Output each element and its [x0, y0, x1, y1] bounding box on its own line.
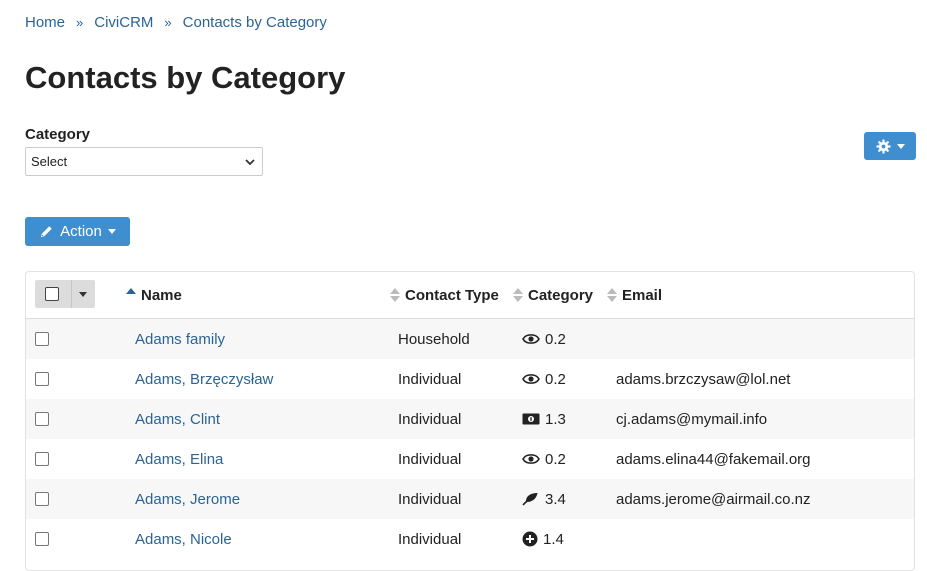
chevron-down-icon [245, 159, 255, 166]
contact-type: Individual [398, 410, 462, 428]
contact-name-link[interactable]: Adams, Clint [135, 411, 220, 428]
column-header-contact-type-label: Contact Type [405, 286, 499, 304]
breadcrumb-contacts-by-category[interactable]: Contacts by Category [183, 14, 327, 31]
breadcrumb: Home » CiviCRM » Contacts by Category [25, 14, 327, 31]
column-header-category-label: Category [528, 286, 594, 304]
table-row: Adams, Clint Individual 1.3 cj.adams@mym… [26, 399, 914, 439]
eye-icon [522, 452, 540, 466]
category-select-value: Select [31, 154, 68, 169]
divider [71, 280, 72, 308]
contact-email: cj.adams@mymail.info [616, 410, 768, 428]
table-row: Adams family Household 0.2 [26, 319, 914, 359]
row-checkbox[interactable] [35, 452, 49, 466]
page-title: Contacts by Category [25, 60, 346, 95]
column-header-email-label: Email [622, 286, 663, 304]
column-header-category[interactable]: Category [513, 272, 593, 318]
plus-circle-icon [522, 531, 538, 547]
contact-type: Household [398, 330, 470, 348]
breadcrumb-separator: » [164, 15, 172, 30]
category-value: 1.4 [543, 530, 564, 548]
row-checkbox[interactable] [35, 372, 49, 386]
caret-down-icon [107, 229, 116, 234]
settings-menu-button[interactable] [864, 132, 916, 160]
contact-name-link[interactable]: Adams, Elina [135, 451, 223, 468]
select-all-checkbox[interactable] [45, 287, 59, 301]
contact-type: Individual [398, 530, 462, 548]
category-value: 3.4 [545, 490, 566, 508]
table-row: Adams, Nicole Individual 1.4 [26, 519, 914, 559]
table-header: Name Contact Type Category Email [26, 272, 914, 320]
contact-email: adams.elina44@fakemail.org [616, 450, 811, 468]
contact-email: adams.brzczysaw@lol.net [616, 370, 791, 388]
row-checkbox[interactable] [35, 412, 49, 426]
breadcrumb-civicrm[interactable]: CiviCRM [94, 14, 153, 31]
category-value: 0.2 [545, 370, 566, 388]
contact-name-link[interactable]: Adams, Brzęczysław [135, 371, 273, 388]
table-row: Adams, Elina Individual 0.2 adams.elina4… [26, 439, 914, 479]
category-label: Category [25, 126, 91, 143]
sort-icon [390, 288, 400, 302]
table-row: Adams, Jerome Individual 3.4 adams.jerom… [26, 479, 914, 519]
pencil-icon [41, 226, 52, 238]
contacts-table: Name Contact Type Category Email Adams f… [25, 271, 915, 571]
category-select[interactable]: Select [25, 147, 263, 176]
contact-email: adams.jerome@airmail.co.nz [616, 490, 811, 508]
sort-icon [607, 288, 617, 302]
action-button-label: Action [60, 223, 102, 240]
row-checkbox[interactable] [35, 532, 49, 546]
contact-type: Individual [398, 490, 462, 508]
breadcrumb-separator: » [76, 15, 84, 30]
sort-asc-icon [126, 288, 136, 294]
gear-icon [875, 138, 891, 154]
money-bill-icon [522, 412, 540, 426]
table-row: Adams, Brzęczysław Individual 0.2 adams.… [26, 359, 914, 399]
eye-icon [522, 372, 540, 386]
category-value: 0.2 [545, 330, 566, 348]
column-header-email[interactable]: Email [607, 272, 662, 318]
column-header-name-label: Name [141, 286, 182, 304]
caret-down-icon[interactable] [79, 292, 87, 297]
column-header-name[interactable]: Name [126, 272, 182, 318]
category-value: 1.3 [545, 410, 566, 428]
eye-icon [522, 332, 540, 346]
contact-name-link[interactable]: Adams, Jerome [135, 491, 240, 508]
leaf-icon [522, 492, 540, 506]
category-value: 0.2 [545, 450, 566, 468]
column-header-contact-type[interactable]: Contact Type [390, 272, 499, 318]
contact-type: Individual [398, 370, 462, 388]
select-all-dropdown[interactable] [35, 280, 95, 308]
sort-icon [513, 288, 523, 302]
contact-type: Individual [398, 450, 462, 468]
action-button[interactable]: Action [25, 217, 130, 246]
contact-name-link[interactable]: Adams, Nicole [135, 531, 232, 548]
row-checkbox[interactable] [35, 492, 49, 506]
contact-name-link[interactable]: Adams family [135, 331, 225, 348]
breadcrumb-home[interactable]: Home [25, 14, 65, 31]
caret-down-icon [896, 143, 905, 149]
row-checkbox[interactable] [35, 332, 49, 346]
